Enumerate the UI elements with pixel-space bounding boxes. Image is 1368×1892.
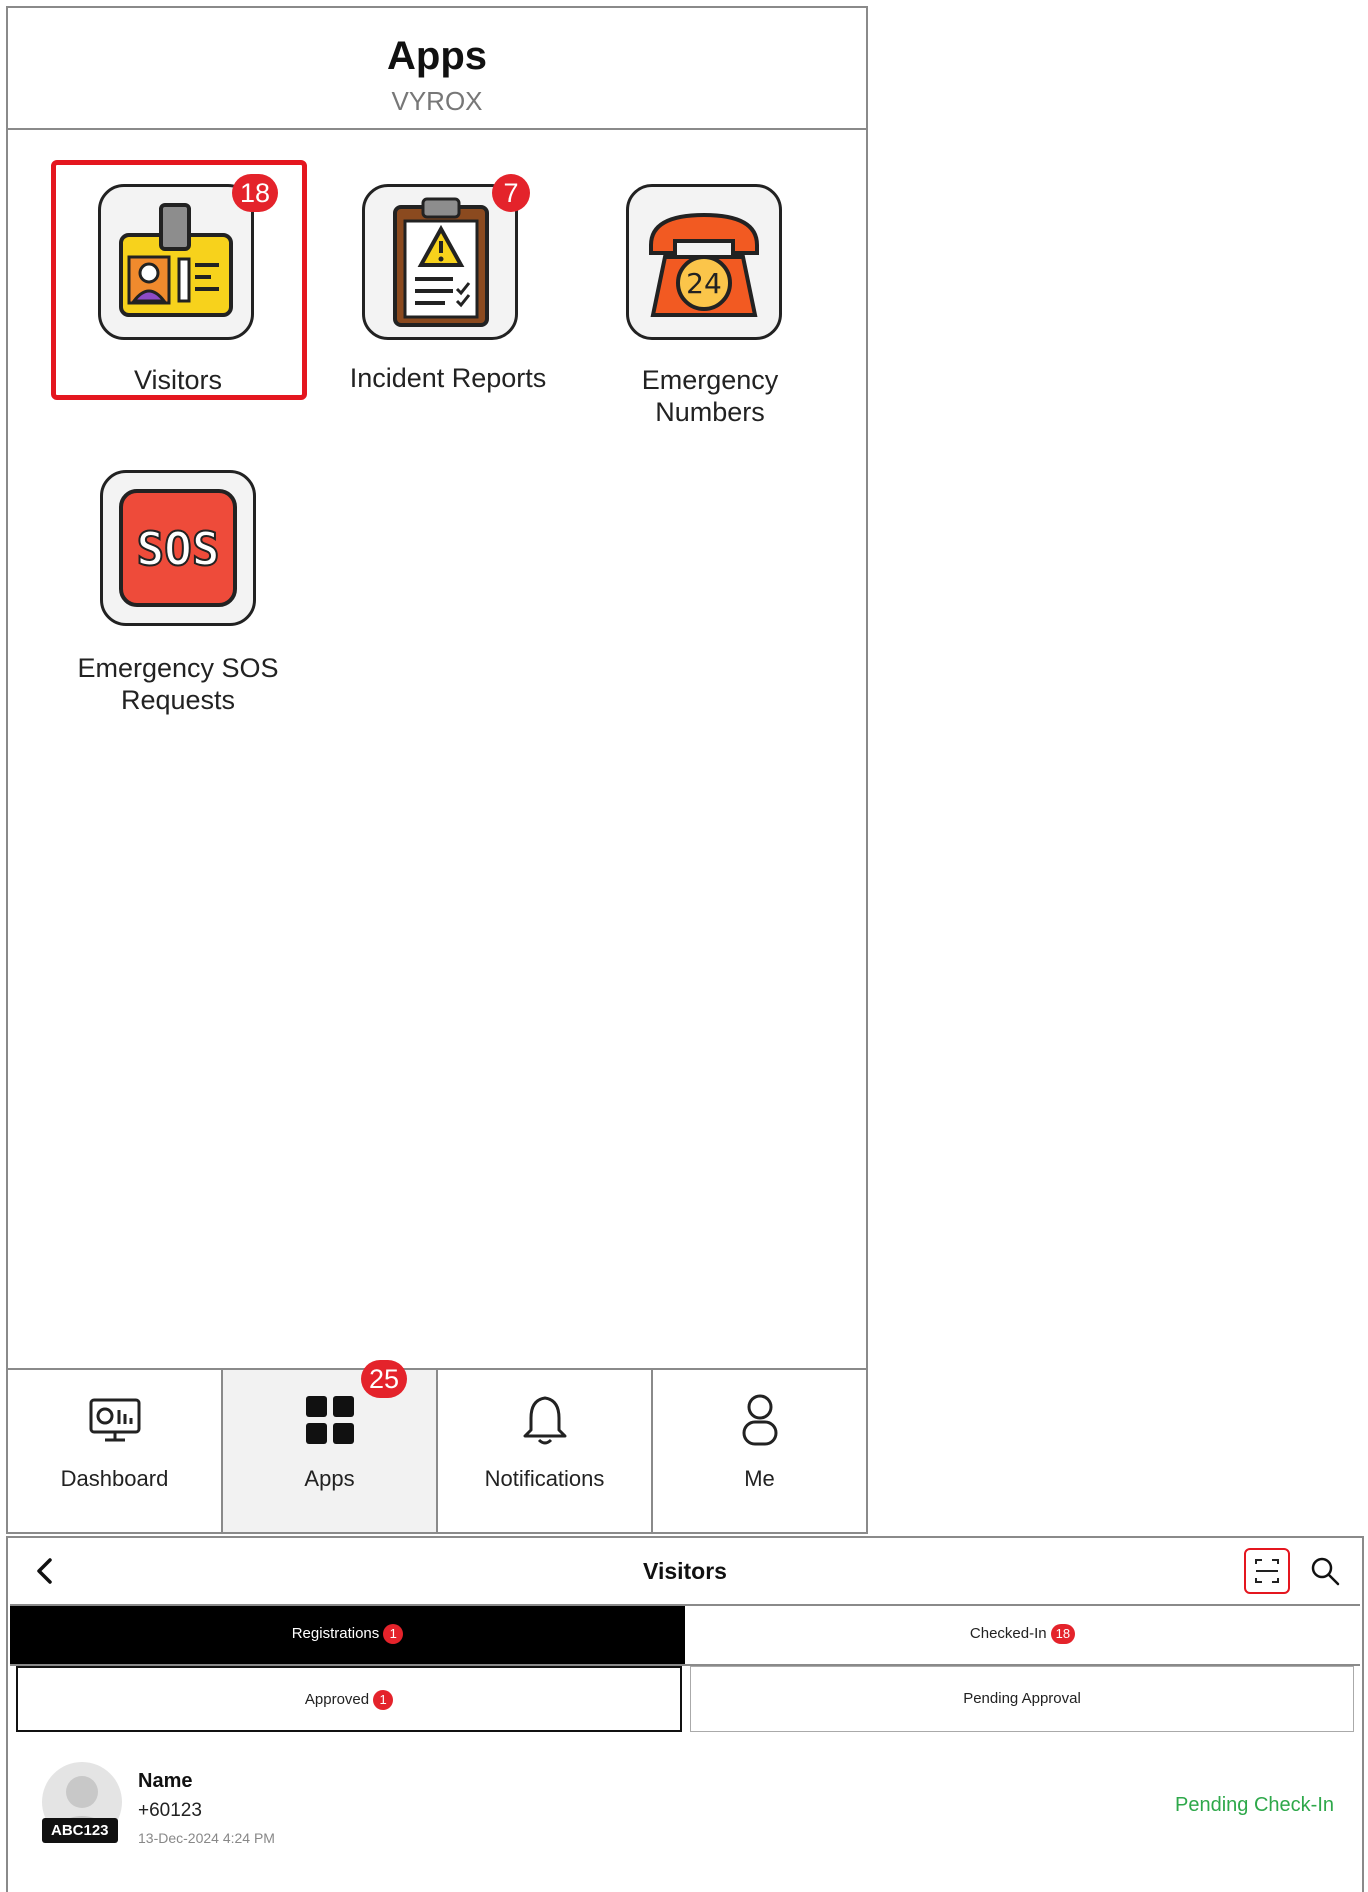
page-title-visitors: Visitors [643, 1558, 727, 1584]
nav-item-dashboard[interactable]: Dashboard [8, 1370, 223, 1532]
visitor-datetime: 13-Dec-2024 4:24 PM [138, 1830, 275, 1846]
visitors-header: Visitors [8, 1538, 1362, 1604]
approved-badge: 1 [373, 1690, 394, 1711]
apps-nav-badge: 25 [361, 1360, 408, 1398]
subtab-approved[interactable]: Approved 1 [16, 1666, 682, 1732]
page-subtitle: VYROX [391, 86, 483, 116]
visitors-tabs: Registrations 1 Checked-In 18 [10, 1604, 1360, 1666]
nav-label-dashboard: Dashboard [60, 1466, 169, 1491]
nav-item-me[interactable]: Me [653, 1370, 866, 1532]
tab-label-registrations: Registrations [291, 1625, 380, 1642]
svg-text:24: 24 [686, 267, 722, 300]
status-badge: Pending Check-In [1175, 1794, 1334, 1816]
subtab-pending-approval[interactable]: Pending Approval [690, 1666, 1354, 1732]
app-tile-emergency-sos[interactable]: SOS Emergency SOS Requests [58, 470, 298, 730]
app-tile-emergency-numbers[interactable]: 24 Emergency Numbers [590, 184, 830, 444]
app-tile-visitors[interactable]: 18 Visitors [68, 174, 288, 404]
bottom-nav: Dashboard 25 Apps Notifications Me [8, 1360, 866, 1532]
visitor-id-card-icon [98, 184, 254, 340]
apps-screen: Apps VYROX 18 Visitors 7 Incident Report… [6, 6, 868, 1534]
list-item[interactable]: ABC123 Name +60123 13-Dec-2024 4:24 PM P… [8, 1748, 1362, 1868]
tab-registrations[interactable]: Registrations 1 [10, 1606, 685, 1664]
nav-item-apps[interactable]: 25 Apps [223, 1360, 438, 1532]
nav-label-apps: Apps [304, 1466, 355, 1491]
bell-icon [523, 1396, 566, 1445]
nav-label-me: Me [744, 1466, 775, 1491]
search-icon[interactable] [1308, 1554, 1342, 1588]
sos-icon: SOS [100, 470, 256, 626]
apps-header: Apps VYROX [8, 8, 866, 130]
user-icon [742, 1394, 777, 1446]
visitors-badge: 18 [232, 174, 279, 212]
scan-icon [1255, 1559, 1279, 1583]
emergency-phone-24-icon: 24 [626, 184, 782, 340]
page-title: Apps [387, 34, 487, 78]
app-tile-incident-reports[interactable]: 7 Incident Reports [328, 174, 568, 404]
nav-item-notifications[interactable]: Notifications [438, 1370, 653, 1532]
subtab-label-pending-approval: Pending Approval [963, 1690, 1081, 1707]
visitors-subtabs: Approved 1 Pending Approval [16, 1666, 1354, 1732]
nav-label-notifications: Notifications [484, 1466, 605, 1491]
tile-label-emergency-numbers: Emergency Numbers [641, 365, 779, 427]
scan-button[interactable] [1244, 1548, 1290, 1594]
svg-text:SOS: SOS [136, 522, 219, 576]
tile-label-incident-reports: Incident Reports [349, 363, 547, 393]
visitor-name: Name [138, 1770, 193, 1792]
dashboard-monitor-icon [89, 1398, 140, 1442]
tab-label-checked-in: Checked-In [969, 1625, 1047, 1642]
subtab-label-approved: Approved [304, 1691, 370, 1708]
incident-clipboard-icon [362, 184, 518, 340]
apps-grid-icon [305, 1396, 354, 1444]
incident-reports-badge: 7 [492, 174, 530, 212]
tab-checked-in[interactable]: Checked-In 18 [685, 1606, 1360, 1664]
visitor-phone: +60123 [138, 1800, 202, 1821]
checked-in-badge: 18 [1050, 1624, 1076, 1645]
vehicle-plate: ABC123 [42, 1818, 118, 1843]
registrations-badge: 1 [383, 1624, 404, 1645]
tile-label-emergency-sos: Emergency SOS Requests [77, 653, 279, 715]
tile-label-visitors: Visitors [133, 365, 223, 395]
visitors-screen: Visitors Registrations 1 Checked-In 18 App… [6, 1536, 1364, 1892]
